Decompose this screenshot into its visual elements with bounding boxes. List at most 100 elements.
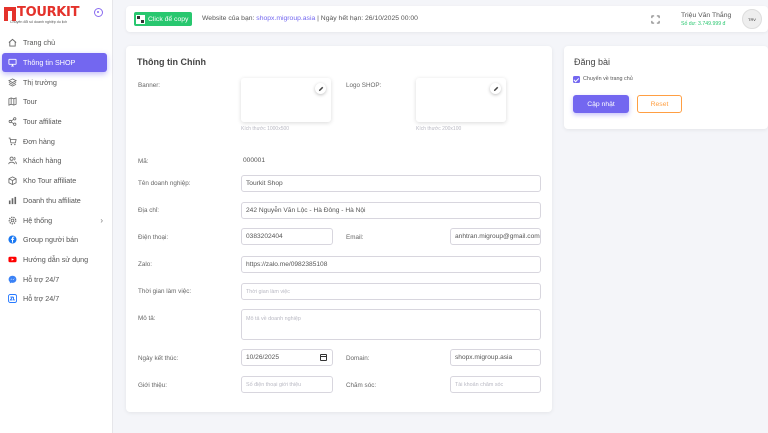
domain-label: Domain: (346, 355, 370, 362)
sidebar-item-support-messenger[interactable]: Hỗ trợ 24/7 (0, 269, 113, 289)
end-date-input[interactable]: 10/26/2025 (241, 349, 333, 366)
sidebar-item-label: Hướng dẫn sử dụng (23, 254, 89, 264)
users-icon (8, 156, 17, 165)
sidebar-item-orders[interactable]: Đơn hàng (0, 131, 113, 151)
domain-input[interactable]: shopx.migroup.asia (450, 349, 541, 366)
reset-button[interactable]: Reset (637, 95, 682, 113)
redirect-home-label[interactable]: Chuyển về trang chủ (583, 76, 633, 82)
sidebar-item-label: Đơn hàng (23, 136, 55, 146)
sidebar-item-affiliate-store[interactable]: Kho Tour affiliate (0, 171, 113, 191)
avatar[interactable]: TRV (742, 9, 762, 29)
update-button[interactable]: Cập nhật (573, 95, 629, 113)
copy-button-label: Click để copy (148, 15, 189, 23)
copy-link-button[interactable]: Click để copy (134, 12, 193, 26)
sidebar-item-customers[interactable]: Khách hàng (0, 151, 113, 171)
gear-icon (8, 216, 17, 225)
company-name-input[interactable]: Tourkit Shop (241, 175, 541, 192)
qr-code-icon (136, 14, 145, 24)
sidebar-item-tour[interactable]: Tour (0, 92, 113, 112)
brand-name: TOURKIT (17, 5, 80, 20)
id-label: Mã: (138, 158, 149, 165)
home-icon (8, 38, 17, 47)
banner-upload[interactable] (241, 78, 331, 122)
edit-banner-button[interactable] (315, 83, 326, 94)
site-prefix: Website của bạn: (202, 15, 257, 22)
logo-size-hint: Kích thước 200x100 (416, 126, 462, 132)
sidebar-item-user-guide[interactable]: Hướng dẫn sử dụng (0, 250, 113, 270)
messenger-icon (8, 275, 17, 284)
description-label: Mô tả: (138, 315, 156, 322)
working-hours-input[interactable]: Thời gian làm việc (241, 283, 541, 300)
sidebar-item-shop-info[interactable]: Thông tin SHOP (2, 52, 107, 73)
bar-chart-icon (8, 196, 17, 205)
logo-mark-icon (4, 7, 16, 21)
user-name[interactable]: Triệu Văn Thắng (681, 12, 731, 19)
chevron-right-icon: › (100, 215, 103, 225)
sidebar: TOURKIT Chuyên đổi số doanh nghiệp du lị… (0, 0, 113, 433)
publish-card: Đăng bài Chuyển về trang chủ Cập nhật Re… (564, 46, 768, 129)
hours-label: Thời gian làm việc: (138, 288, 192, 295)
zalo-input[interactable]: https://zalo.me/0982385108 (241, 256, 541, 273)
calendar-icon[interactable] (320, 354, 327, 361)
sidebar-item-label: Hệ thống (23, 215, 53, 225)
sidebar-item-label: Thông tin SHOP (23, 58, 76, 68)
sidebar-item-label: Trang chủ (23, 38, 56, 48)
brand-tagline: Chuyên đổi số doanh nghiệp du lịch (10, 20, 68, 24)
sidebar-item-label: Doanh thu affiliate (23, 195, 81, 205)
care-label: Chăm sóc: (346, 382, 377, 389)
site-url-link[interactable]: shopx.migroup.asia (256, 15, 315, 22)
layers-icon (8, 78, 17, 87)
shop-id-value: 000001 (243, 157, 266, 164)
sidebar-item-market[interactable]: Thị trường (0, 72, 113, 92)
site-info: Website của bạn: shopx.migroup.asia | Ng… (202, 15, 418, 22)
card-title: Thông tin Chính (137, 57, 206, 67)
referrer-input[interactable]: Số điện thoại giới thiệu (241, 376, 333, 393)
share-icon (8, 117, 17, 126)
end-date-value: 10/26/2025 (246, 354, 280, 361)
sidebar-item-label: Thị trường (23, 77, 57, 87)
referrer-label: Giới thiệu: (138, 382, 167, 389)
sidebar-item-home[interactable]: Trang chủ (0, 33, 113, 53)
phone-input[interactable]: 0383202404 (241, 228, 333, 245)
user-balance: Số dư: 3.749.999 đ (681, 21, 726, 27)
avatar-text: TRV (748, 16, 756, 22)
sidebar-item-tour-affiliate[interactable]: Tour affiliate (0, 112, 113, 132)
top-header: Click để copy Website của bạn: shopx.mig… (126, 6, 768, 32)
facebook-icon (8, 235, 17, 244)
end-date-label: Ngày kết thúc: (138, 355, 179, 362)
zalo-label: Zalo: (138, 261, 152, 268)
brand-logo[interactable]: TOURKIT Chuyên đổi số doanh nghiệp du lị… (4, 5, 104, 31)
sidebar-item-label: Kho Tour affiliate (23, 176, 77, 186)
email-input[interactable]: anhtran.migroup@gmail.com (450, 228, 541, 245)
sidebar-item-affiliate-revenue[interactable]: Doanh thu affiliate (0, 191, 113, 211)
sidebar-item-label: Hỗ trợ 24/7 (23, 274, 60, 284)
sidebar-item-support-zalo[interactable]: Hỗ trợ 24/7 (0, 289, 113, 309)
sidebar-nav: Trang chủ Thông tin SHOP Thị trường Tour… (0, 33, 113, 309)
banner-size-hint: Kích thước 1000x500 (241, 126, 290, 132)
sidebar-item-system[interactable]: Hệ thống › (0, 210, 113, 230)
edit-logo-button[interactable] (490, 83, 501, 94)
youtube-icon (8, 255, 17, 264)
fullscreen-icon[interactable] (651, 15, 660, 24)
zalo-icon (8, 294, 17, 304)
email-label: Email: (346, 234, 364, 241)
address-input[interactable]: 242 Nguyễn Văn Lộc - Hà Đông - Hà Nội (241, 202, 541, 219)
phone-label: Điện thoại: (138, 234, 169, 241)
banner-label: Banner: (138, 82, 161, 89)
sidebar-item-label: Tour (23, 97, 37, 107)
care-account-input[interactable]: Tài khoản chăm sóc (450, 376, 541, 393)
sidebar-item-label: Hỗ trợ 24/7 (23, 294, 60, 304)
company-label: Tên doanh nghiệp: (138, 180, 191, 187)
logo-label: Logo SHOP: (346, 82, 382, 89)
main-info-card: Thông tin Chính Banner: Kích thước 1000x… (126, 46, 552, 412)
logo-upload[interactable] (416, 78, 506, 122)
pencil-icon (318, 86, 323, 91)
description-textarea[interactable]: Mô tả về doanh nghiệp (241, 309, 541, 340)
sidebar-item-seller-group[interactable]: Group người bán (0, 230, 113, 250)
publish-title: Đăng bài (574, 57, 611, 67)
expiry-text: | Ngày hết hạn: 26/10/2025 00:00 (315, 15, 418, 22)
sidebar-toggle-icon[interactable] (94, 8, 103, 17)
cart-icon (8, 137, 17, 146)
map-icon (8, 97, 17, 107)
redirect-home-checkbox[interactable] (573, 76, 580, 83)
